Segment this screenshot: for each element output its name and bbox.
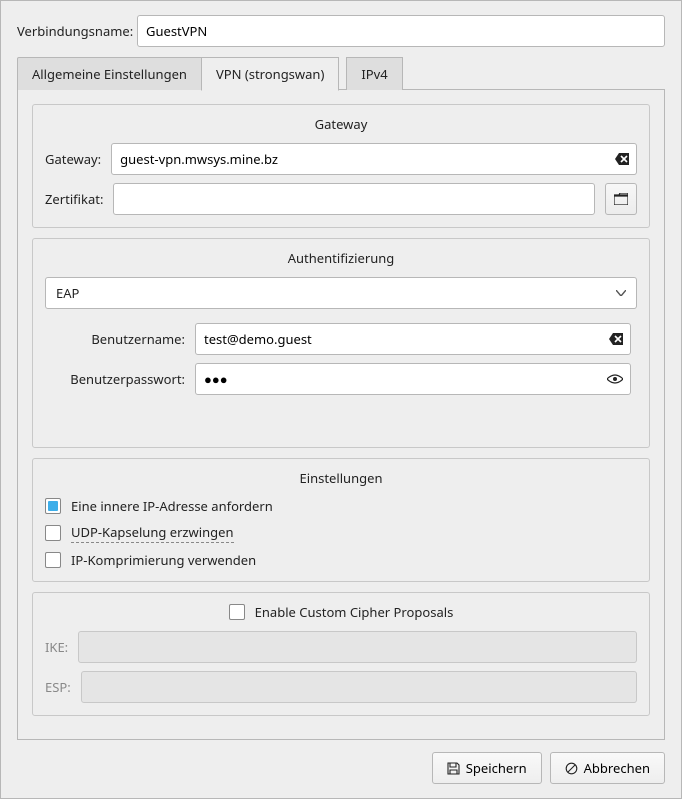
- folder-icon: [614, 193, 628, 205]
- tab-ipv4[interactable]: IPv4: [346, 57, 402, 90]
- auth-method-select[interactable]: EAP: [45, 277, 637, 309]
- chevron-down-icon: [616, 290, 626, 296]
- gateway-row: Gateway:: [45, 143, 637, 175]
- gateway-group: Gateway Gateway: Zertifikat:: [32, 104, 650, 228]
- password-input[interactable]: [195, 363, 631, 395]
- gateway-label: Gateway:: [45, 150, 111, 168]
- checkbox-request-inner-ip[interactable]: Eine innere IP-Adresse anfordern: [45, 497, 637, 515]
- certificate-label: Zertifikat:: [45, 190, 113, 208]
- connection-name-input[interactable]: [137, 15, 665, 47]
- eye-icon[interactable]: [607, 374, 623, 384]
- esp-label: ESP:: [45, 678, 81, 696]
- tab-body: Gateway Gateway: Zertifikat:: [17, 89, 665, 740]
- ike-label: IKE:: [45, 638, 78, 656]
- username-input[interactable]: [195, 323, 631, 355]
- clear-icon[interactable]: [609, 333, 623, 345]
- ike-input: [78, 631, 637, 663]
- cancel-icon: [565, 762, 578, 775]
- username-row: Benutzername:: [65, 323, 631, 355]
- save-button-label: Speichern: [466, 759, 527, 777]
- password-label: Benutzerpasswort:: [65, 370, 195, 388]
- cipher-enable-label: Enable Custom Cipher Proposals: [255, 603, 454, 621]
- cancel-button-label: Abbrechen: [584, 759, 650, 777]
- checkbox-force-udp-encap[interactable]: UDP-Kapselung erzwingen: [45, 523, 637, 543]
- certificate-row: Zertifikat:: [45, 183, 637, 215]
- auth-group: Authentifizierung EAP Benutzername:: [32, 238, 650, 448]
- gateway-input-wrap: [111, 143, 637, 175]
- save-button[interactable]: Speichern: [432, 752, 542, 784]
- auth-method-value: EAP: [56, 284, 79, 302]
- clear-icon[interactable]: [615, 153, 629, 165]
- browse-certificate-button[interactable]: [605, 183, 637, 215]
- checkbox-label: Eine innere IP-Adresse anfordern: [71, 497, 273, 515]
- username-label: Benutzername:: [65, 330, 195, 348]
- button-bar: Speichern Abbrechen: [17, 752, 665, 784]
- cancel-button[interactable]: Abbrechen: [550, 752, 665, 784]
- password-input-wrap: [195, 363, 631, 395]
- checkbox-icon: [45, 498, 61, 514]
- certificate-input[interactable]: [113, 183, 595, 215]
- checkbox-enable-cipher[interactable]: Enable Custom Cipher Proposals: [45, 603, 637, 621]
- checkbox-icon: [229, 604, 245, 620]
- auth-title: Authentifizierung: [45, 249, 637, 267]
- connection-name-label: Verbindungsname:: [17, 22, 137, 40]
- ike-row: IKE:: [45, 631, 637, 663]
- tab-general[interactable]: Allgemeine Einstellungen: [17, 57, 202, 90]
- gateway-input[interactable]: [111, 143, 637, 175]
- checkbox-icon: [45, 552, 61, 568]
- cipher-group: Enable Custom Cipher Proposals IKE: ESP:: [32, 592, 650, 716]
- esp-input: [81, 671, 637, 703]
- password-row: Benutzerpasswort:: [65, 363, 631, 395]
- checkbox-label: IP-Komprimierung verwenden: [71, 551, 256, 569]
- tab-vpn[interactable]: VPN (strongswan): [201, 57, 339, 91]
- tab-general-label: Allgemeine Einstellungen: [32, 65, 187, 83]
- tab-bar: Allgemeine Einstellungen VPN (strongswan…: [17, 57, 665, 90]
- checkbox-label: UDP-Kapselung erzwingen: [71, 523, 234, 543]
- connection-name-row: Verbindungsname:: [17, 15, 665, 47]
- username-input-wrap: [195, 323, 631, 355]
- tab-ipv4-label: IPv4: [361, 65, 387, 83]
- esp-row: ESP:: [45, 671, 637, 703]
- settings-title: Einstellungen: [45, 469, 637, 487]
- gateway-title: Gateway: [45, 115, 637, 133]
- checkbox-use-ip-compression[interactable]: IP-Komprimierung verwenden: [45, 551, 637, 569]
- tab-gap: [338, 57, 346, 90]
- settings-group: Einstellungen Eine innere IP-Adresse anf…: [32, 458, 650, 582]
- save-icon: [447, 762, 460, 775]
- checkbox-icon: [45, 525, 61, 541]
- vpn-config-window: Verbindungsname: Allgemeine Einstellunge…: [0, 0, 682, 799]
- tab-vpn-label: VPN (strongswan): [216, 65, 324, 83]
